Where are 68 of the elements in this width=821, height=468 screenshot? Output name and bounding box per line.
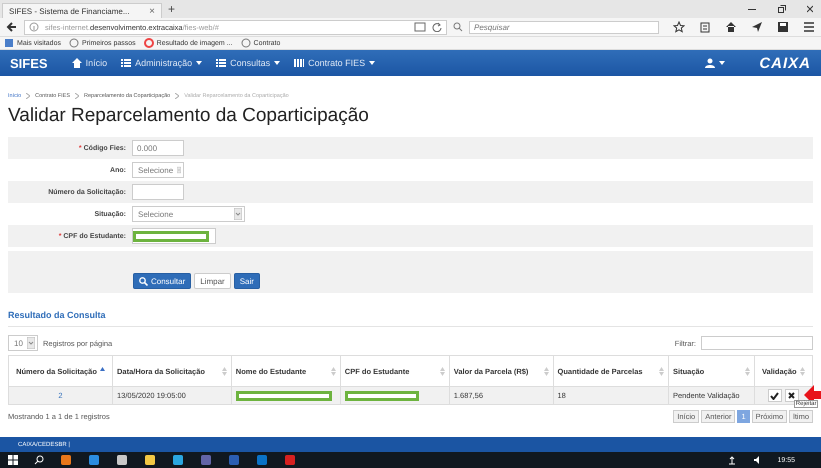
- action-button[interactable]: Sair: [234, 273, 260, 289]
- close-icon: [788, 392, 796, 399]
- search-field[interactable]: Pesquisar: [469, 20, 659, 34]
- brand-link[interactable]: SIFES: [10, 56, 48, 70]
- page-size-select[interactable]: 10: [8, 335, 38, 351]
- reload-icon[interactable]: [432, 22, 442, 32]
- action-button[interactable]: Limpar: [194, 273, 231, 289]
- list-icon: [121, 58, 132, 68]
- chat-icon[interactable]: [172, 454, 184, 466]
- dropdown-arrow-icon: [177, 164, 181, 176]
- user-menu[interactable]: [705, 58, 726, 68]
- home-icon[interactable]: [725, 21, 737, 33]
- nav-menu-item[interactable]: Início: [72, 58, 108, 68]
- close-tab-button[interactable]: ×: [149, 6, 155, 16]
- clipboard-icon[interactable]: [699, 21, 711, 33]
- new-tab-button[interactable]: +: [168, 2, 176, 16]
- pdf-icon[interactable]: [284, 454, 296, 466]
- check-icon: [770, 392, 780, 400]
- restore-icon[interactable]: [777, 4, 787, 14]
- save-icon[interactable]: [777, 21, 789, 33]
- network-icon: [727, 455, 738, 465]
- paint-icon[interactable]: [116, 454, 128, 466]
- nav-menu-item[interactable]: Consultas: [216, 58, 280, 68]
- action-button[interactable]: Consultar: [133, 273, 192, 289]
- chevron-icon: [75, 93, 80, 99]
- globe-icon: [68, 38, 79, 48]
- search-icon: [453, 22, 463, 32]
- search-icon: [139, 276, 148, 286]
- home-icon: [72, 58, 82, 68]
- text-input[interactable]: 0.000: [132, 140, 184, 156]
- dropdown-arrow-icon: [234, 208, 242, 220]
- page-title: Validar Reparcelamento da Coparticipação: [8, 105, 370, 127]
- menu-icon[interactable]: [803, 21, 815, 33]
- browser-tab[interactable]: SIFES - Sistema de Financiame... ×: [2, 3, 162, 18]
- caixa-logo: CAIXA: [759, 54, 811, 72]
- globe-icon: [240, 38, 251, 48]
- mail-icon[interactable]: [256, 454, 268, 466]
- chevron-icon: [175, 93, 180, 99]
- windows-start-icon[interactable]: [8, 455, 18, 465]
- folder-icon: [4, 38, 14, 48]
- tab-title: SIFES - Sistema de Financiame...: [9, 6, 130, 16]
- nav-menu-item[interactable]: Administração: [121, 58, 202, 68]
- list-icon: [216, 58, 226, 68]
- user-icon: [705, 58, 716, 68]
- info-icon: [29, 22, 39, 32]
- approve-button[interactable]: [768, 389, 782, 402]
- browser-icon[interactable]: [60, 454, 72, 466]
- select-dropdown[interactable]: Selecione: [132, 206, 245, 222]
- edge-icon[interactable]: [88, 454, 100, 466]
- document-icon[interactable]: [228, 454, 240, 466]
- folder-icon[interactable]: [144, 454, 156, 466]
- back-icon[interactable]: [6, 21, 18, 33]
- caret-icon: [719, 61, 726, 65]
- send-icon[interactable]: [751, 21, 763, 33]
- search-icon[interactable]: [34, 455, 44, 465]
- text-input[interactable]: [132, 228, 216, 244]
- section-title: Resultado da Consulta: [8, 310, 813, 327]
- grid-icon: [294, 58, 304, 68]
- chevron-icon: [26, 93, 30, 99]
- reject-button[interactable]: [784, 389, 799, 402]
- dropdown-arrow-icon: [27, 337, 35, 349]
- star-icon[interactable]: [673, 21, 685, 33]
- select-dropdown[interactable]: Selecione: [132, 162, 184, 178]
- team-icon[interactable]: [200, 454, 212, 466]
- text-input[interactable]: [132, 184, 184, 200]
- close-icon[interactable]: [807, 4, 813, 14]
- nav-menu-item[interactable]: Contrato FIES: [294, 58, 376, 68]
- filter-input[interactable]: [701, 336, 813, 350]
